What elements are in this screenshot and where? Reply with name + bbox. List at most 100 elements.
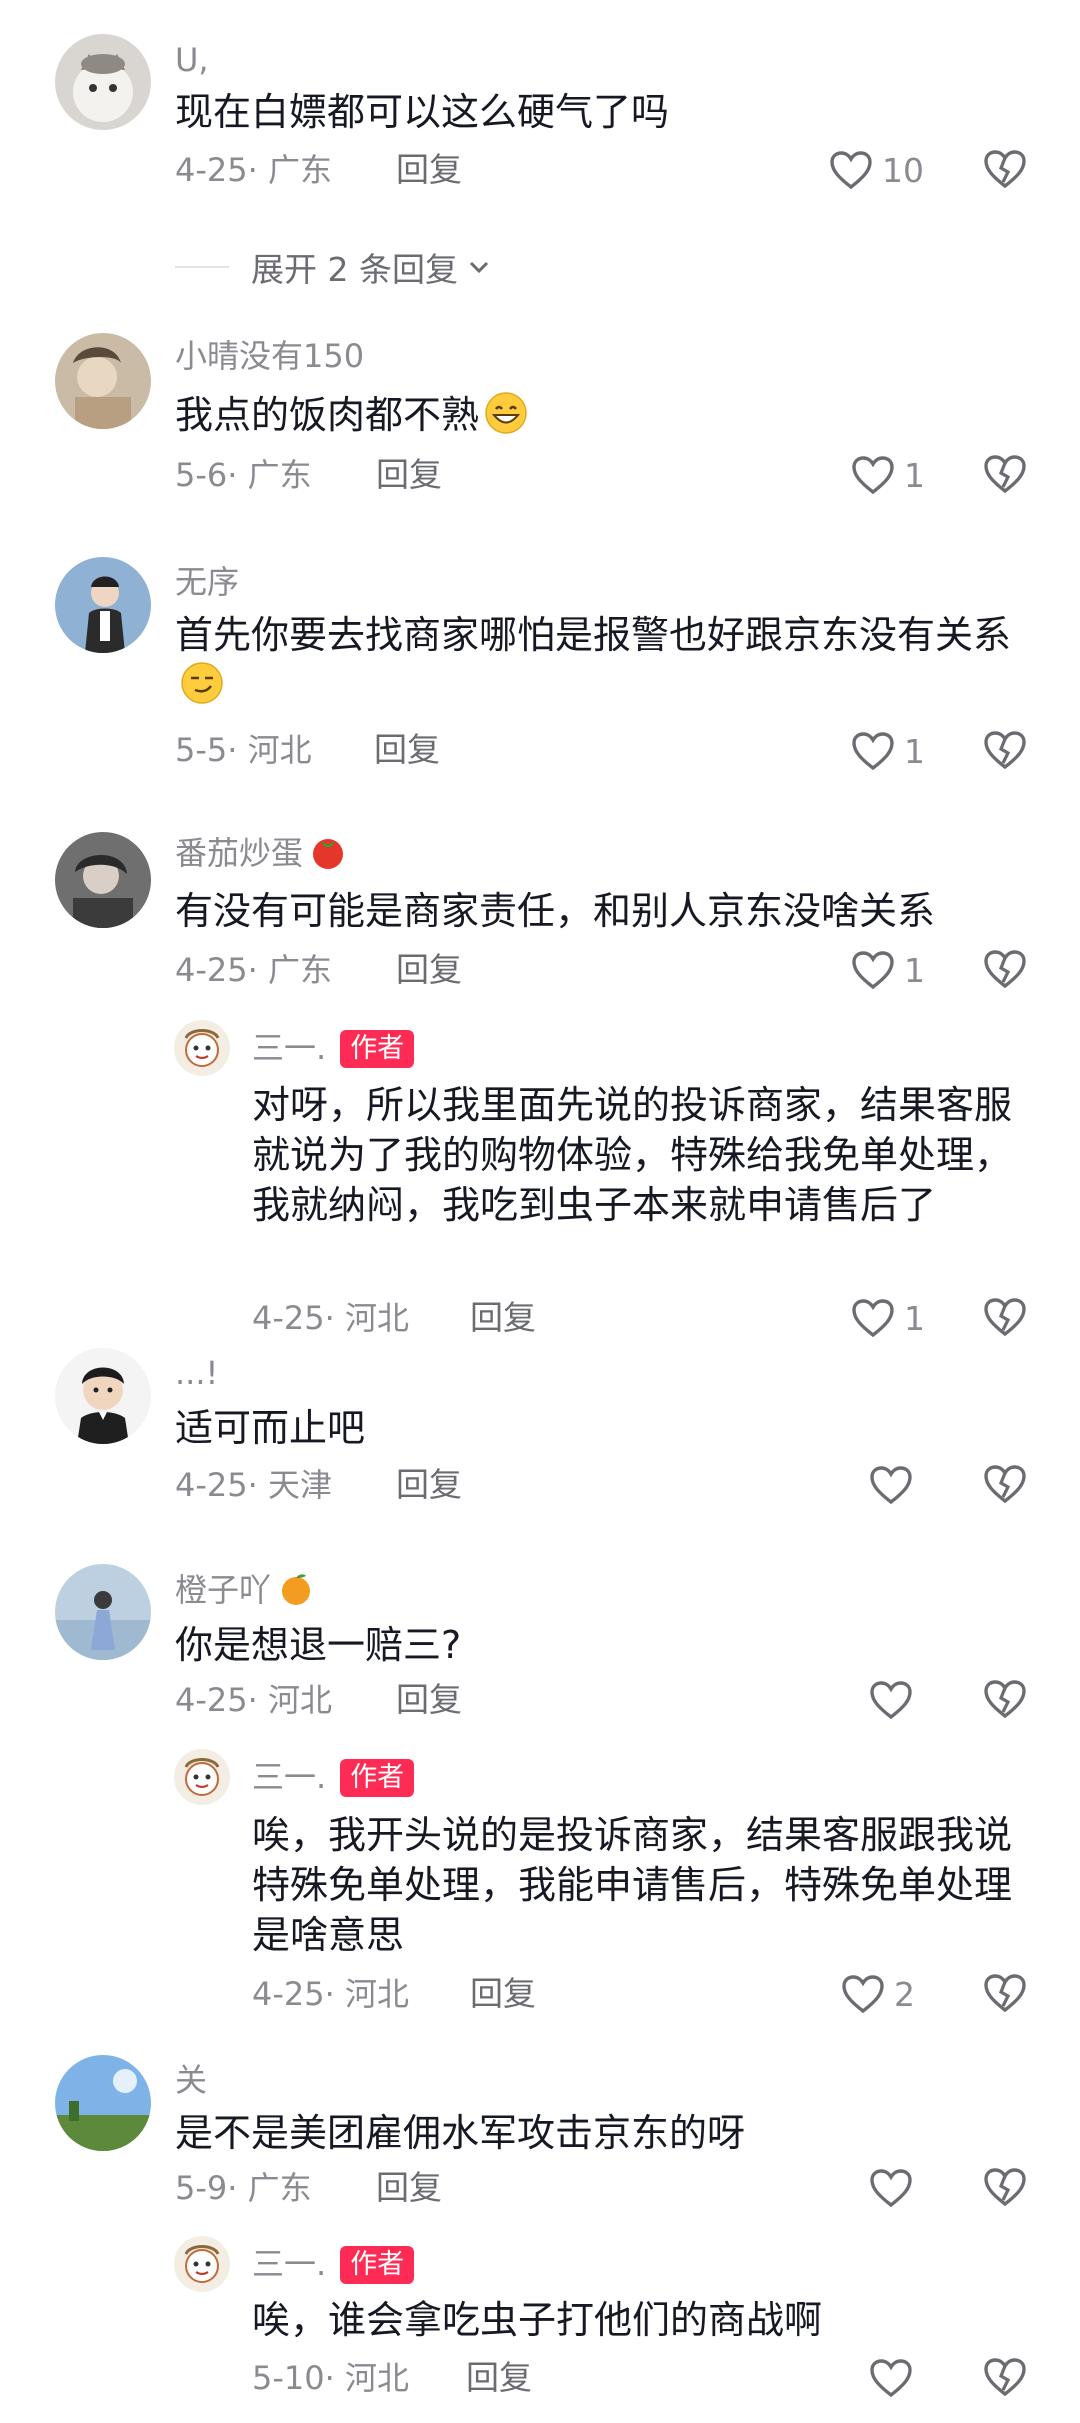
expand-replies-label: 展开 2 条回复	[251, 250, 458, 289]
reply-button[interactable]: 回复	[376, 455, 442, 495]
comment-region: 河北	[344, 2359, 409, 2397]
orange-emoji-icon	[282, 1574, 311, 1605]
dislike-button[interactable]	[982, 1970, 1028, 2016]
comment-text: 对呀，所以我里面先说的投诉商家，结果客服就说为了我的购物体验，特殊给我免单处理，…	[252, 1083, 1013, 1227]
heart-outline-icon	[870, 2169, 912, 2208]
dislike-button[interactable]	[982, 1461, 1028, 1507]
comment-region: 河北	[344, 1299, 409, 1337]
avatar[interactable]	[55, 1564, 151, 1660]
comment-date: 4-25	[252, 1975, 325, 2013]
like-count: 10	[882, 150, 924, 190]
like-button[interactable]: 1	[850, 451, 925, 499]
reply-button[interactable]: 回复	[466, 2358, 532, 2398]
comment-text: 有没有可能是商家责任，和别人京东没啥关系	[175, 889, 936, 933]
comment-username[interactable]: ...!	[175, 1353, 218, 1393]
like-button[interactable]: 1	[850, 727, 925, 775]
avatar[interactable]	[55, 333, 151, 429]
reply-button[interactable]: 回复	[470, 1298, 536, 1338]
like-button[interactable]	[868, 2164, 922, 2212]
comment-date-region: 4-25· 河北	[252, 1299, 409, 1337]
author-badge: 作者	[340, 1759, 415, 1797]
dislike-button[interactable]	[982, 146, 1028, 192]
dislike-button[interactable]	[982, 451, 1028, 497]
broken-heart-icon	[984, 1680, 1026, 1719]
broken-heart-icon	[984, 2358, 1026, 2397]
comment-date: 4-25	[175, 951, 248, 989]
reply-button[interactable]: 回复	[396, 150, 462, 190]
comment-username[interactable]: 橙子吖	[175, 1570, 315, 1610]
comment-username[interactable]: 三一. 作者	[252, 1028, 415, 1068]
comment-username-text: 番茄炒蛋	[175, 834, 304, 872]
dislike-button[interactable]	[982, 1676, 1028, 1722]
like-button[interactable]	[868, 2354, 922, 2402]
comment-username[interactable]: 番茄炒蛋	[175, 833, 347, 873]
avatar[interactable]	[174, 2236, 230, 2292]
reply-button[interactable]: 回复	[396, 1680, 462, 1720]
comment-username[interactable]: 三一. 作者	[252, 2244, 415, 2284]
comment-date: 4-25	[175, 1681, 248, 1719]
comment-username-text: 三一.	[252, 2245, 327, 2283]
comment-date-region: 4-25· 广东	[175, 151, 332, 189]
expand-replies-button[interactable]: 展开 2 条回复	[175, 243, 494, 291]
comment-region: 广东	[267, 951, 332, 989]
avatar[interactable]	[55, 34, 151, 130]
avatar[interactable]	[174, 1749, 230, 1805]
reply-button[interactable]: 回复	[376, 2168, 442, 2208]
comment-date: 5-9	[175, 2169, 228, 2207]
comment-text-content: 首先你要去找商家哪怕是报警也好跟京东没有关系	[175, 613, 1012, 657]
comment-date-region: 4-25· 天津	[175, 1466, 332, 1504]
dislike-button[interactable]	[982, 2354, 1028, 2400]
reply-button[interactable]: 回复	[470, 1974, 536, 2014]
heart-outline-icon	[830, 151, 872, 190]
avatar[interactable]	[55, 1348, 151, 1444]
like-count: 1	[904, 455, 925, 495]
like-button[interactable]: 1	[850, 1294, 925, 1342]
dislike-button[interactable]	[982, 1294, 1028, 1340]
comment-username[interactable]: U,	[175, 40, 209, 80]
comment-region: 河北	[267, 1681, 332, 1719]
broken-heart-icon	[984, 1974, 1026, 2013]
heart-outline-icon	[852, 951, 894, 990]
comment-username-text: 三一.	[252, 1029, 327, 1067]
like-button[interactable]: 10	[828, 146, 924, 194]
like-count: 1	[904, 1298, 925, 1338]
reply-button[interactable]: 回复	[396, 950, 462, 990]
reply-button[interactable]: 回复	[374, 730, 440, 770]
like-button[interactable]: 1	[850, 946, 925, 994]
comment-date: 5-5	[175, 731, 228, 769]
comment-username[interactable]: 关	[175, 2060, 207, 2100]
comment-date: 5-10	[252, 2359, 325, 2397]
comment-date-region: 4-25· 广东	[175, 951, 332, 989]
comment-feed: U, 现在白嫖都可以这么硬气了吗 4-25· 广东 回复 10 展开 2 条回复…	[0, 0, 1080, 2423]
comment-username[interactable]: 三一. 作者	[252, 1757, 415, 1797]
avatar[interactable]	[55, 832, 151, 928]
avatar[interactable]	[174, 1020, 230, 1076]
dislike-button[interactable]	[982, 2164, 1028, 2210]
like-button[interactable]	[868, 1461, 922, 1509]
avatar[interactable]	[55, 2055, 151, 2151]
comment-date-region: 4-25· 河北	[252, 1975, 409, 2013]
like-count: 2	[894, 1974, 915, 2014]
broken-heart-icon	[984, 731, 1026, 770]
comment-username-text: 橙子吖	[175, 1571, 272, 1609]
comment-username[interactable]: 小晴没有150	[175, 336, 364, 376]
like-button[interactable]: 2	[840, 1970, 915, 2018]
broken-heart-icon	[984, 1298, 1026, 1337]
avatar[interactable]	[55, 557, 151, 653]
grinning-emoji-icon	[485, 392, 527, 434]
comment-username[interactable]: 无序	[175, 562, 239, 602]
heart-outline-icon	[852, 456, 894, 495]
divider-line	[175, 266, 229, 268]
dislike-button[interactable]	[982, 727, 1028, 773]
author-badge: 作者	[340, 1030, 415, 1068]
reply-button[interactable]: 回复	[396, 1465, 462, 1505]
tomato-emoji-icon	[313, 839, 344, 869]
dislike-button[interactable]	[982, 946, 1028, 992]
broken-heart-icon	[984, 1465, 1026, 1504]
comment-date: 5-6	[175, 456, 228, 494]
comment-date-region: 5-5· 河北	[175, 731, 312, 769]
like-count: 1	[904, 731, 925, 771]
like-button[interactable]	[868, 1676, 922, 1724]
heart-outline-icon	[870, 1466, 912, 1505]
comment-text: 现在白嫖都可以这么硬气了吗	[175, 90, 670, 134]
